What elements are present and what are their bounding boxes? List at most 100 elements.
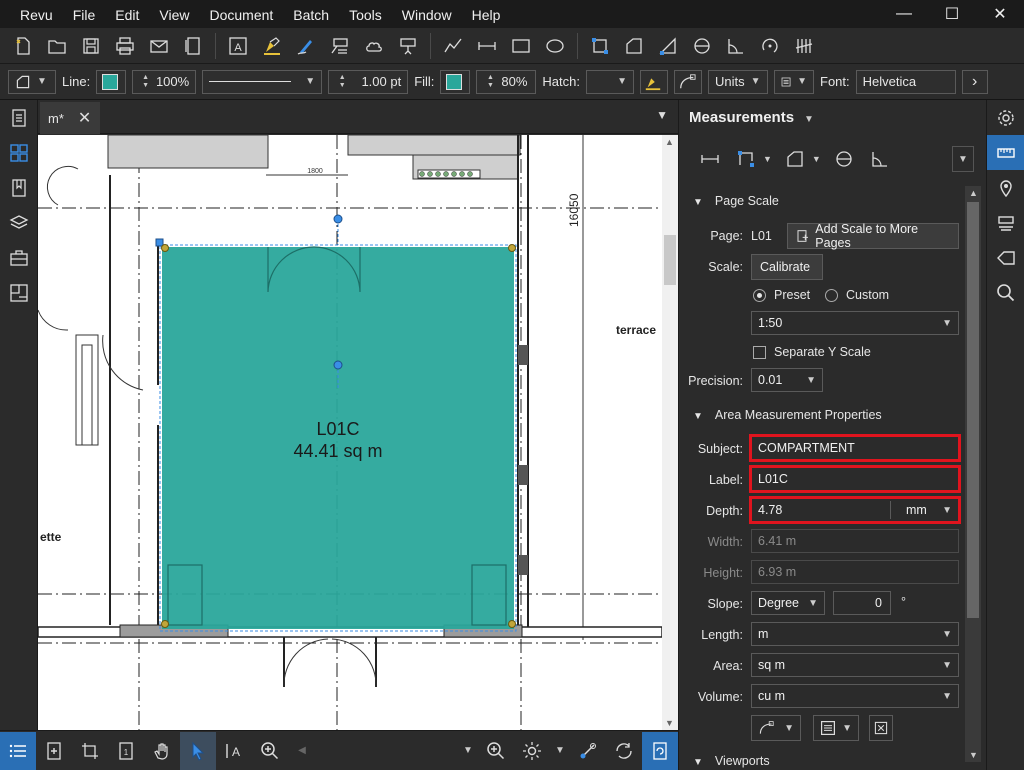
menu-view[interactable]: View [149, 0, 199, 28]
perimeter-measure-icon[interactable] [733, 146, 759, 172]
area-props-section-header[interactable]: ▼ Area Measurement Properties [693, 408, 882, 422]
email-icon[interactable] [144, 31, 174, 61]
drawing-canvas[interactable]: 1800 16050 terrace ette L01C 44.41 sq m [38, 135, 662, 730]
precision-dropdown[interactable]: 0.01 ▼ [751, 368, 823, 392]
measure-text-style-dropdown[interactable]: ▼ [813, 715, 859, 741]
text-box-icon[interactable]: A [223, 31, 253, 61]
menu-revu[interactable]: Revu [0, 0, 63, 28]
length-measure-icon[interactable] [697, 146, 723, 172]
fill-opacity-input[interactable]: ▲ ▼ 80% [476, 69, 537, 94]
menu-help[interactable]: Help [462, 0, 511, 28]
shape-style-dropdown[interactable]: ▼ [8, 69, 56, 94]
angle-measure-icon[interactable] [867, 146, 893, 172]
page-thumbnails-icon[interactable] [178, 31, 208, 61]
angle-measure-icon[interactable] [721, 31, 751, 61]
line-opacity-input[interactable]: ▲ ▼ 100% [132, 69, 197, 94]
bookmarks-icon[interactable] [0, 170, 38, 205]
canvas-vertical-scrollbar[interactable]: ▲ ▼ [662, 135, 678, 730]
slope-value-input[interactable]: 0 [833, 591, 891, 615]
line-style-dropdown[interactable]: ▼ [202, 69, 323, 94]
layers-icon[interactable] [0, 205, 38, 240]
area-unit-dropdown[interactable]: sq m ▼ [751, 653, 959, 677]
stamps-icon[interactable] [987, 205, 1024, 240]
add-scale-button[interactable]: Add Scale to More Pages [787, 222, 959, 250]
brightness-icon[interactable] [514, 732, 550, 770]
volume-unit-dropdown[interactable]: cu m ▼ [751, 684, 959, 708]
measurements-ruler-icon[interactable] [987, 135, 1024, 170]
menu-tools[interactable]: Tools [339, 0, 392, 28]
line-start-button[interactable] [674, 69, 702, 94]
select-text-icon[interactable]: A [216, 732, 252, 770]
crop-page-icon[interactable] [72, 732, 108, 770]
scroll-up-icon[interactable]: ▲ [969, 188, 978, 198]
dimension-line-icon[interactable] [472, 31, 502, 61]
font-dropdown[interactable]: Helvetica [855, 69, 956, 94]
toolchest-icon[interactable] [0, 240, 38, 275]
polyline-icon[interactable] [438, 31, 468, 61]
chevron-down-icon[interactable]: ▼ [550, 732, 570, 770]
scroll-up-icon[interactable]: ▲ [665, 137, 674, 147]
scale-preset-dropdown[interactable]: 1:50 ▼ [751, 311, 959, 335]
menu-edit[interactable]: Edit [105, 0, 149, 28]
zoom-in-icon[interactable] [478, 732, 514, 770]
count-measure-icon[interactable] [789, 31, 819, 61]
close-button[interactable]: ✕ [976, 0, 1024, 28]
scroll-down-icon[interactable]: ▼ [969, 750, 978, 760]
depth-unit-dropdown[interactable]: mm [906, 503, 927, 517]
chevron-down-icon[interactable]: ▼ [458, 732, 478, 770]
label-input[interactable]: L01C [749, 465, 961, 493]
menu-document[interactable]: Document [199, 0, 283, 28]
open-folder-icon[interactable] [42, 31, 72, 61]
measure-line-style-dropdown[interactable]: ▼ [751, 715, 801, 741]
calibrate-button[interactable]: Calibrate [751, 254, 823, 280]
print-icon[interactable] [110, 31, 140, 61]
viewports-section-header[interactable]: ▼ Viewports [693, 754, 770, 770]
slope-unit-dropdown[interactable]: Degree ▼ [751, 591, 825, 615]
cloud-icon[interactable] [359, 31, 389, 61]
select-arrow-icon[interactable] [180, 731, 216, 770]
preset-radio[interactable]: Preset [753, 288, 810, 303]
page-scale-section-header[interactable]: ▼ Page Scale [693, 194, 779, 208]
scrollbar-thumb[interactable] [664, 235, 676, 285]
separate-y-scale-checkbox[interactable]: Separate Y Scale [753, 345, 871, 360]
chevron-down-icon[interactable]: ▼ [812, 154, 821, 164]
previous-arrow-icon[interactable]: ◀ [288, 732, 316, 770]
custom-radio[interactable]: Custom [825, 288, 889, 303]
panel-title[interactable]: Measurements ▼ [689, 109, 814, 126]
measure-style-button[interactable] [640, 69, 668, 94]
stamp-icon[interactable] [393, 31, 423, 61]
arc-measure-icon[interactable] [755, 31, 785, 61]
document-tab[interactable]: m* ✕ [40, 102, 100, 134]
tab-list-chevron-icon[interactable]: ▼ [656, 108, 668, 122]
tag-icon[interactable] [987, 240, 1024, 275]
location-pin-icon[interactable] [987, 170, 1024, 205]
rectangle-icon[interactable] [506, 31, 536, 61]
snap-icon[interactable] [570, 732, 606, 770]
fill-color-picker[interactable] [440, 69, 471, 94]
diameter-measure-icon[interactable] [831, 146, 857, 172]
depth-input[interactable]: 4.78 mm ▼ [749, 496, 961, 524]
subject-input[interactable]: COMPARTMENT [749, 434, 961, 462]
thumbnails-icon[interactable] [0, 135, 38, 170]
close-tab-icon[interactable]: ✕ [78, 108, 91, 128]
spaces-icon[interactable] [0, 275, 38, 310]
callout-icon[interactable] [325, 31, 355, 61]
text-align-dropdown[interactable]: ▼ [774, 69, 814, 94]
hatch-dropdown[interactable]: ▼ [586, 69, 634, 94]
page-number-icon[interactable]: 1 [108, 732, 144, 770]
line-color-picker[interactable] [96, 69, 127, 94]
new-document-icon[interactable] [8, 31, 38, 61]
area-measure-icon[interactable] [585, 31, 615, 61]
polygon-measure-icon[interactable] [619, 31, 649, 61]
scroll-down-icon[interactable]: ▼ [665, 718, 674, 728]
pen-icon[interactable] [291, 31, 321, 61]
pan-hand-icon[interactable] [144, 732, 180, 770]
save-icon[interactable] [76, 31, 106, 61]
panel-menu-chevron-icon[interactable]: ▼ [952, 146, 974, 172]
menu-batch[interactable]: Batch [283, 0, 339, 28]
line-width-input[interactable]: ▲ ▼ 1.00 pt [328, 69, 409, 94]
chevron-down-icon[interactable]: ▼ [763, 154, 772, 164]
volume-measure-icon[interactable] [653, 31, 683, 61]
maximize-button[interactable]: ☐ [928, 0, 976, 28]
units-dropdown[interactable]: Units ▼ [708, 69, 768, 94]
